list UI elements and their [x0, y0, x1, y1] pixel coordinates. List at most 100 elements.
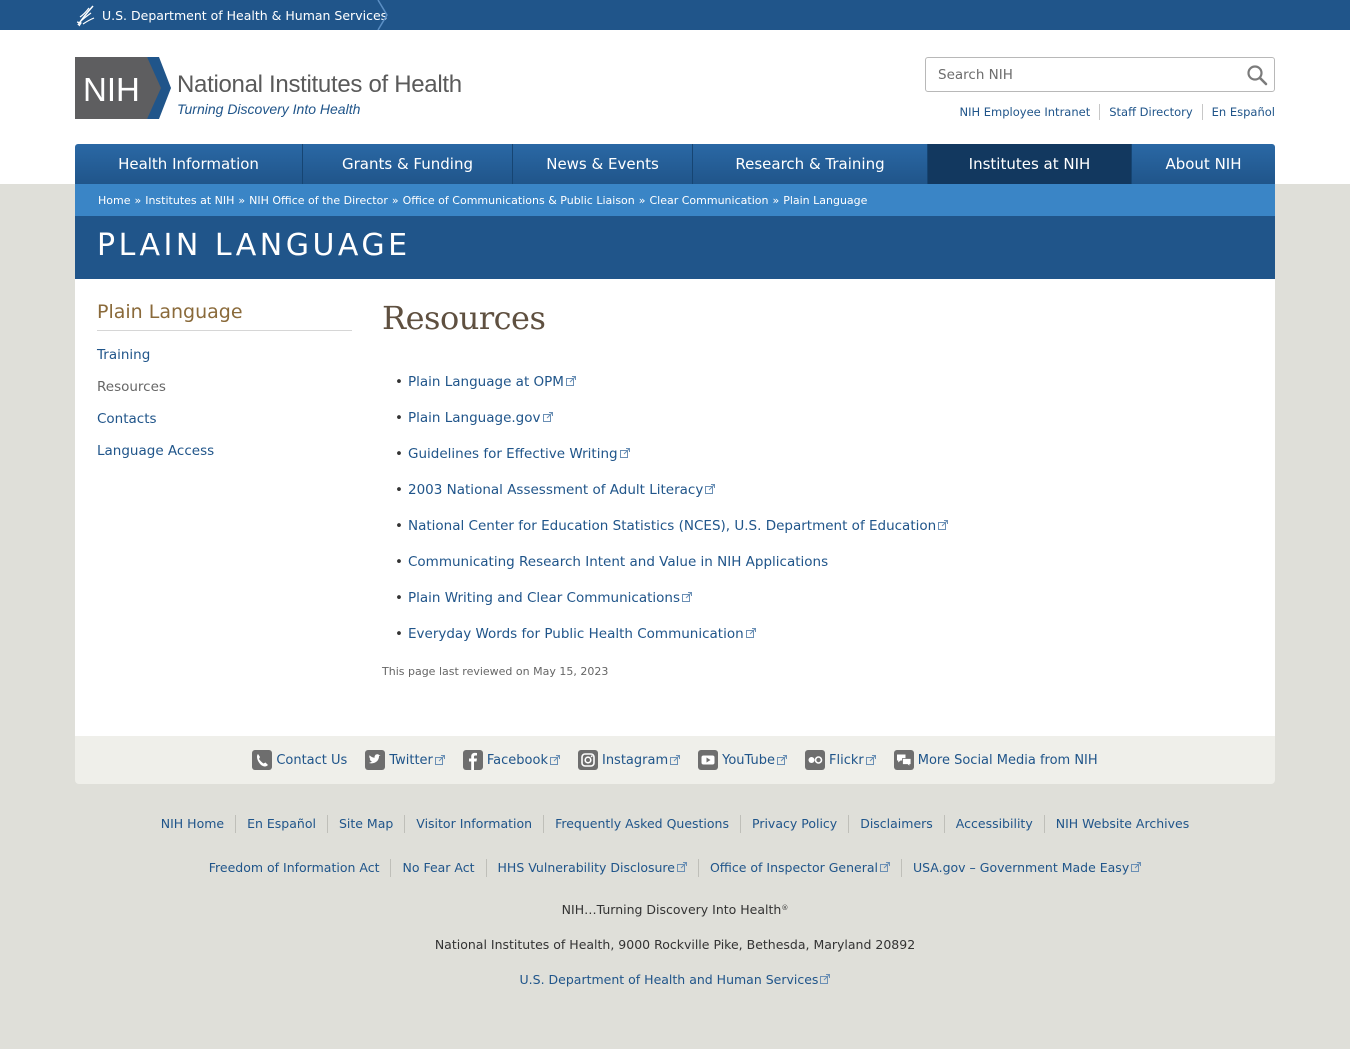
list-item: 2003 National Assessment of Adult Litera…	[395, 480, 1242, 516]
sidebar-heading[interactable]: Plain Language	[97, 301, 352, 331]
resource-link[interactable]: 2003 National Assessment of Adult Litera…	[408, 482, 703, 498]
resource-list: Plain Language at OPM Plain Language.gov…	[382, 372, 1242, 660]
utility-link-espanol[interactable]: En Español	[1201, 104, 1275, 120]
external-link-icon	[938, 520, 949, 530]
footer-link[interactable]: Accessibility	[943, 815, 1044, 833]
instagram-icon	[577, 750, 598, 770]
breadcrumb-separator: »	[638, 193, 646, 207]
hhs-label: U.S. Department of Health & Human Servic…	[102, 7, 388, 23]
external-link-icon	[1131, 862, 1142, 872]
list-item: Everyday Words for Public Health Communi…	[395, 624, 1242, 660]
footer-hhs-link[interactable]: U.S. Department of Health and Human Serv…	[520, 972, 831, 987]
sidebar-item-label[interactable]: Contacts	[97, 411, 157, 427]
breadcrumb-institutes[interactable]: Institutes at NIH	[145, 194, 234, 207]
logo-title: National Institutes of Health	[177, 71, 462, 98]
footer-link[interactable]: Site Map	[326, 815, 404, 833]
social-label: Contact Us	[276, 752, 348, 768]
external-link-icon	[820, 974, 831, 984]
nav-research-training[interactable]: Research & Training	[693, 144, 928, 184]
flickr-icon	[805, 750, 825, 770]
external-link-icon	[705, 484, 716, 494]
search-box	[925, 57, 1275, 92]
external-link-icon	[619, 448, 630, 458]
social-twitter[interactable]: Twitter	[365, 750, 445, 770]
footer-link[interactable]: USA.gov – Government Made Easy	[900, 859, 1152, 877]
sidebar: Plain Language Training Resources Contac…	[97, 301, 352, 467]
footer-links-row-1: NIH Home En Español Site Map Visitor Inf…	[0, 815, 1350, 833]
social-label: YouTube	[722, 752, 775, 768]
social-more[interactable]: More Social Media from NIH	[893, 750, 1098, 770]
footer-tagline: NIH…Turning Discovery Into Health®	[0, 902, 1350, 917]
main-nav: Health Information Grants & Funding News…	[75, 144, 1275, 184]
nav-health-information[interactable]: Health Information	[75, 144, 303, 184]
chat-bubbles-icon	[893, 750, 914, 770]
footer-link[interactable]: En Español	[235, 815, 327, 833]
breadcrumb-separator: »	[134, 193, 142, 207]
nav-grants-funding[interactable]: Grants & Funding	[303, 144, 513, 184]
youtube-icon	[698, 750, 719, 770]
external-link-icon	[865, 755, 876, 765]
nih-logo[interactable]: NIH National Institutes of Health Turnin…	[75, 57, 475, 119]
sidebar-item-contacts[interactable]: Contacts	[97, 403, 352, 435]
external-link-icon	[434, 755, 445, 765]
social-instagram[interactable]: Instagram	[577, 750, 681, 770]
nih-logo-abbr: NIH	[83, 71, 140, 108]
hhs-bar: U.S. Department of Health & Human Servic…	[0, 0, 1350, 30]
external-link-icon	[777, 755, 787, 765]
sidebar-item-language-access[interactable]: Language Access	[97, 435, 352, 467]
external-link-icon	[542, 412, 553, 422]
footer-link[interactable]: No Fear Act	[390, 859, 485, 877]
social-facebook[interactable]: Facebook	[462, 750, 560, 770]
page-title: PLAIN LANGUAGE	[97, 228, 411, 263]
nih-logo-mark: NIH	[75, 57, 171, 119]
search-icon[interactable]	[1246, 64, 1268, 86]
footer-link[interactable]: Privacy Policy	[740, 815, 848, 833]
footer-link[interactable]: NIH Website Archives	[1043, 815, 1201, 833]
resource-link[interactable]: Communicating Research Intent and Value …	[408, 554, 828, 570]
title-banner: PLAIN LANGUAGE	[75, 216, 1275, 279]
utility-link-intranet[interactable]: NIH Employee Intranet	[950, 104, 1099, 120]
sidebar-item-training[interactable]: Training	[97, 339, 352, 371]
resource-link[interactable]: Plain Writing and Clear Communications	[408, 590, 680, 606]
resource-link[interactable]: Plain Language at OPM	[408, 374, 564, 390]
resource-link[interactable]: Guidelines for Effective Writing	[408, 446, 618, 462]
resource-link[interactable]: Everyday Words for Public Health Communi…	[408, 626, 744, 642]
nav-news-events[interactable]: News & Events	[513, 144, 693, 184]
sidebar-item-label: Resources	[97, 379, 166, 395]
breadcrumb-clear-communication[interactable]: Clear Communication	[649, 194, 768, 207]
footer-link[interactable]: Office of Inspector General	[697, 859, 901, 877]
breadcrumb-separator: »	[772, 193, 780, 207]
main-content: Resources Plain Language at OPM Plain La…	[382, 299, 1242, 678]
resource-link[interactable]: Plain Language.gov	[408, 410, 541, 426]
list-item: Plain Language at OPM	[395, 372, 1242, 408]
hhs-link[interactable]: U.S. Department of Health & Human Servic…	[75, 0, 387, 30]
social-contact-us[interactable]: Contact Us	[252, 750, 347, 770]
social-youtube[interactable]: YouTube	[698, 750, 787, 770]
footer-link[interactable]: Freedom of Information Act	[198, 859, 391, 877]
footer-link[interactable]: HHS Vulnerability Disclosure	[485, 859, 698, 877]
social-label: Twitter	[389, 752, 433, 768]
footer-link[interactable]: Visitor Information	[404, 815, 543, 833]
footer-link[interactable]: Frequently Asked Questions	[543, 815, 740, 833]
footer-link[interactable]: NIH Home	[150, 815, 235, 833]
external-link-icon	[745, 628, 756, 638]
nav-about-nih[interactable]: About NIH	[1132, 144, 1275, 184]
breadcrumb-home[interactable]: Home	[98, 194, 130, 207]
external-link-icon	[549, 755, 560, 765]
external-link-icon	[565, 376, 576, 386]
footer-links-row-2: Freedom of Information Act No Fear Act H…	[0, 859, 1350, 877]
breadcrumb-separator: »	[238, 193, 246, 207]
breadcrumb-office-director[interactable]: NIH Office of the Director	[249, 194, 388, 207]
nav-institutes-at-nih[interactable]: Institutes at NIH	[928, 144, 1132, 184]
breadcrumb-ocpl[interactable]: Office of Communications & Public Liaiso…	[403, 194, 635, 207]
footer-link[interactable]: Disclaimers	[848, 815, 944, 833]
search-input[interactable]	[926, 58, 1236, 91]
registered-mark: ®	[781, 904, 789, 912]
footer-hhs-label: U.S. Department of Health and Human Serv…	[519, 972, 819, 987]
utility-link-staff-directory[interactable]: Staff Directory	[1099, 104, 1201, 120]
social-flickr[interactable]: Flickr	[805, 750, 876, 770]
sidebar-item-label[interactable]: Training	[97, 347, 150, 363]
resource-link[interactable]: National Center for Education Statistics…	[408, 518, 936, 534]
sidebar-item-label[interactable]: Language Access	[97, 443, 214, 459]
twitter-icon	[365, 750, 386, 770]
